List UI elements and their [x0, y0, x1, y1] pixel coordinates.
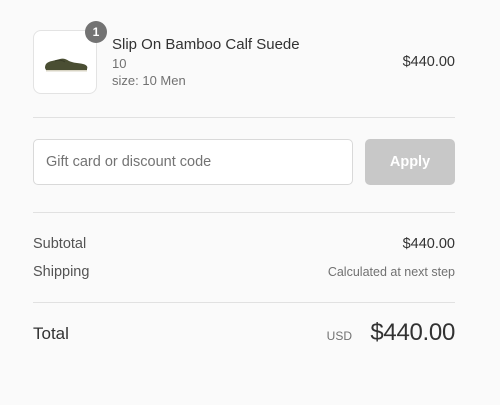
- line-item: 1 Slip On Bamboo Calf Suede 10 size: 10 …: [33, 21, 455, 96]
- product-size: size: 10 Men: [112, 73, 186, 88]
- product-price: $440.00: [402, 54, 455, 70]
- divider: [33, 117, 455, 118]
- divider: [33, 302, 455, 303]
- shipping-label: Shipping: [33, 264, 90, 280]
- product-name: Slip On Bamboo Calf Suede: [112, 36, 300, 53]
- currency-code: USD: [326, 329, 352, 343]
- subtotal-value: $440.00: [402, 236, 455, 252]
- total-label: Total: [33, 324, 69, 343]
- shoe-image: [45, 58, 88, 72]
- apply-button[interactable]: Apply: [365, 139, 455, 185]
- order-summary: 1 Slip On Bamboo Calf Suede 10 size: 10 …: [0, 0, 500, 405]
- quantity-badge: 1: [85, 21, 107, 43]
- shipping-value: Calculated at next step: [327, 265, 455, 279]
- divider: [33, 212, 455, 213]
- subtotal-label: Subtotal: [33, 236, 87, 252]
- product-variant: 10: [112, 56, 127, 71]
- total-amount: $440.00: [370, 319, 455, 346]
- discount-code-input[interactable]: [33, 139, 353, 185]
